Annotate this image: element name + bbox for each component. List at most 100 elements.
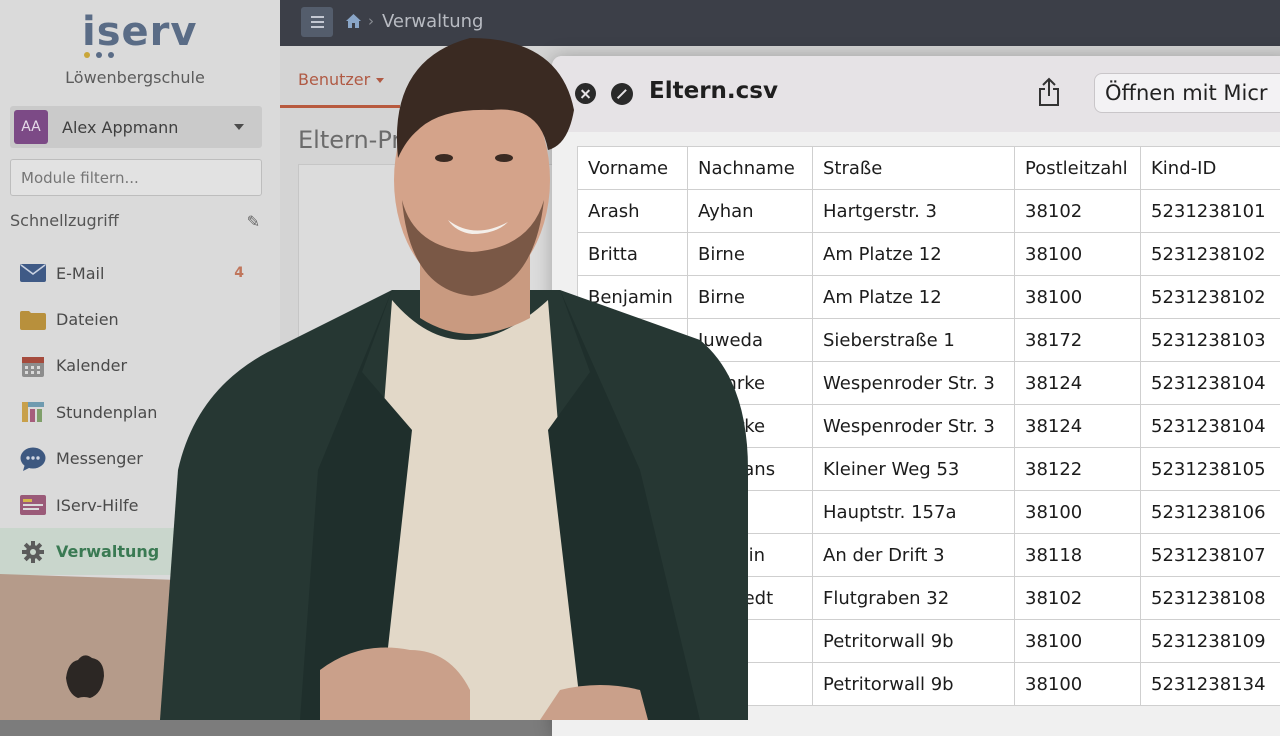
table-cell: 38100 — [1015, 276, 1141, 319]
table-cell: 5231238104 — [1141, 405, 1280, 448]
pencil-icon[interactable]: ✎ — [247, 212, 260, 231]
file-name: Eltern.csv — [649, 78, 778, 104]
menu-label: Kalender — [56, 356, 127, 375]
menu-item-timetable[interactable]: Stundenplan — [0, 389, 280, 435]
iserv-logo[interactable]: iserv — [82, 12, 192, 60]
stop-icon[interactable] — [611, 83, 633, 105]
user-menu[interactable]: AA Alex Appmann — [10, 106, 262, 148]
breadcrumb[interactable]: Verwaltung — [382, 11, 483, 32]
table-cell: Am Platze 12 — [813, 276, 1015, 319]
mail-icon — [19, 262, 47, 284]
home-icon[interactable] — [346, 13, 361, 32]
table-cell — [578, 362, 688, 405]
table-row: erkurHauptstr. 157a381005231238106 — [578, 491, 1280, 534]
table-cell — [578, 448, 688, 491]
table-cell: Sieberstraße 1 — [813, 319, 1015, 362]
menu-item-email[interactable]: E-Mail 4 — [0, 250, 280, 296]
table-row: ArashAyhanHartgerstr. 3381025231238101 — [578, 190, 1280, 233]
table-cell: An der Drift 3 — [813, 534, 1015, 577]
table-cell: Jaehrke — [688, 405, 813, 448]
table-cell: 38124 — [1015, 405, 1141, 448]
user-name: Alex Appmann — [62, 118, 234, 137]
table-cell: Hauptstr. 157a — [813, 491, 1015, 534]
menu-label: Dateien — [56, 310, 119, 329]
table-cell: Am Platze 12 — [813, 233, 1015, 276]
menu-item-help[interactable]: IServ-Hilfe — [0, 482, 280, 528]
table-row: JaehrkeWespenroder Str. 3381245231238104 — [578, 405, 1280, 448]
help-icon — [19, 494, 47, 516]
menu-label: IServ-Hilfe — [56, 496, 139, 515]
logo-dots — [84, 52, 114, 58]
menu-label: E-Mail — [56, 264, 104, 283]
table-cell: 5231238102 — [1141, 276, 1280, 319]
chat-icon — [19, 448, 47, 470]
menu-item-messenger[interactable]: Messenger — [0, 436, 280, 482]
table-cell: 5231238106 — [1141, 491, 1280, 534]
table-cell: Kleiner Weg 53 — [813, 448, 1015, 491]
table-cell: Flutgraben 32 — [813, 577, 1015, 620]
table-cell: 5231238103 — [1141, 319, 1280, 362]
table-cell: erkur — [688, 491, 813, 534]
table-row: JuwedaSieberstraße 1381725231238103 — [578, 319, 1280, 362]
table-cell: anghans — [688, 448, 813, 491]
table-cell: 5231238102 — [1141, 233, 1280, 276]
menu-item-files[interactable]: Dateien — [0, 296, 280, 342]
table-cell: Petritorwall 9b — [813, 663, 1015, 706]
table-cell: e — [688, 663, 813, 706]
menu-toggle-button[interactable] — [301, 7, 333, 37]
column-header: Straße — [813, 147, 1015, 190]
tab-users[interactable]: Benutzer — [280, 56, 400, 108]
open-with-button[interactable]: Öffnen mit Micr — [1094, 73, 1280, 113]
menu-item-administration[interactable]: Verwaltung — [0, 528, 280, 574]
table-row: eierleinAn der Drift 3381185231238107 — [578, 534, 1280, 577]
table-cell — [578, 319, 688, 362]
gear-icon — [19, 541, 47, 563]
table-cell: Birne — [688, 276, 813, 319]
top-bar: › Verwaltung — [280, 0, 1280, 46]
share-icon[interactable] — [1037, 77, 1061, 111]
timetable-icon — [19, 401, 47, 423]
content-panel — [298, 164, 558, 364]
table-cell: Benjamin — [578, 276, 688, 319]
table-cell: Juweda — [688, 319, 813, 362]
table-cell: eierlein — [688, 534, 813, 577]
table-cell: 38100 — [1015, 233, 1141, 276]
table-row: anghansKleiner Weg 53381225231238105 — [578, 448, 1280, 491]
unread-badge: 4 — [234, 265, 244, 281]
table-cell: 5231238105 — [1141, 448, 1280, 491]
table-cell: 38102 — [1015, 190, 1141, 233]
table-cell: 5231238107 — [1141, 534, 1280, 577]
table-row: BenjaminBirneAm Platze 12381005231238102 — [578, 276, 1280, 319]
table-cell: Hartgerstr. 3 — [813, 190, 1015, 233]
table-cell: Ayhan — [688, 190, 813, 233]
column-header: Vorname — [578, 147, 688, 190]
table-cell: Petritorwall 9b — [813, 620, 1015, 663]
module-filter-input[interactable] — [10, 159, 262, 196]
menu-label: Messenger — [56, 449, 143, 468]
table-cell: 38100 — [1015, 491, 1141, 534]
menu-item-calendar[interactable]: Kalender — [0, 343, 280, 389]
table-header-row: Vorname Nachname Straße Postleitzahl Kin… — [578, 147, 1280, 190]
column-header: Kind-ID — [1141, 147, 1280, 190]
table-cell: Birne — [688, 233, 813, 276]
table-cell — [578, 577, 688, 620]
table-cell: Wespenroder Str. 3 — [813, 405, 1015, 448]
tab-label: Benutzer — [298, 70, 370, 89]
table-cell: Wespenroder Str. 3 — [813, 362, 1015, 405]
menu-label: Stundenplan — [56, 403, 157, 422]
chevron-down-icon — [234, 124, 244, 130]
table-cell: 38172 — [1015, 319, 1141, 362]
close-icon[interactable] — [575, 83, 596, 104]
folder-icon — [19, 309, 47, 331]
column-header: Postleitzahl — [1015, 147, 1141, 190]
table-cell: 38118 — [1015, 534, 1141, 577]
table-row: ePetritorwall 9b381005231238109 — [578, 620, 1280, 663]
table-cell: 5231238101 — [1141, 190, 1280, 233]
table-body: ArashAyhanHartgerstr. 3381025231238101Br… — [578, 190, 1280, 706]
logo-text: iserv — [82, 12, 192, 52]
table-cell: e — [688, 620, 813, 663]
quick-access-label: Schnellzugriff — [10, 211, 119, 230]
quicklook-window: Eltern.csv Öffnen mit Micr Vorname Nachn… — [552, 56, 1280, 736]
table-cell — [578, 405, 688, 448]
table-cell: 38100 — [1015, 620, 1141, 663]
